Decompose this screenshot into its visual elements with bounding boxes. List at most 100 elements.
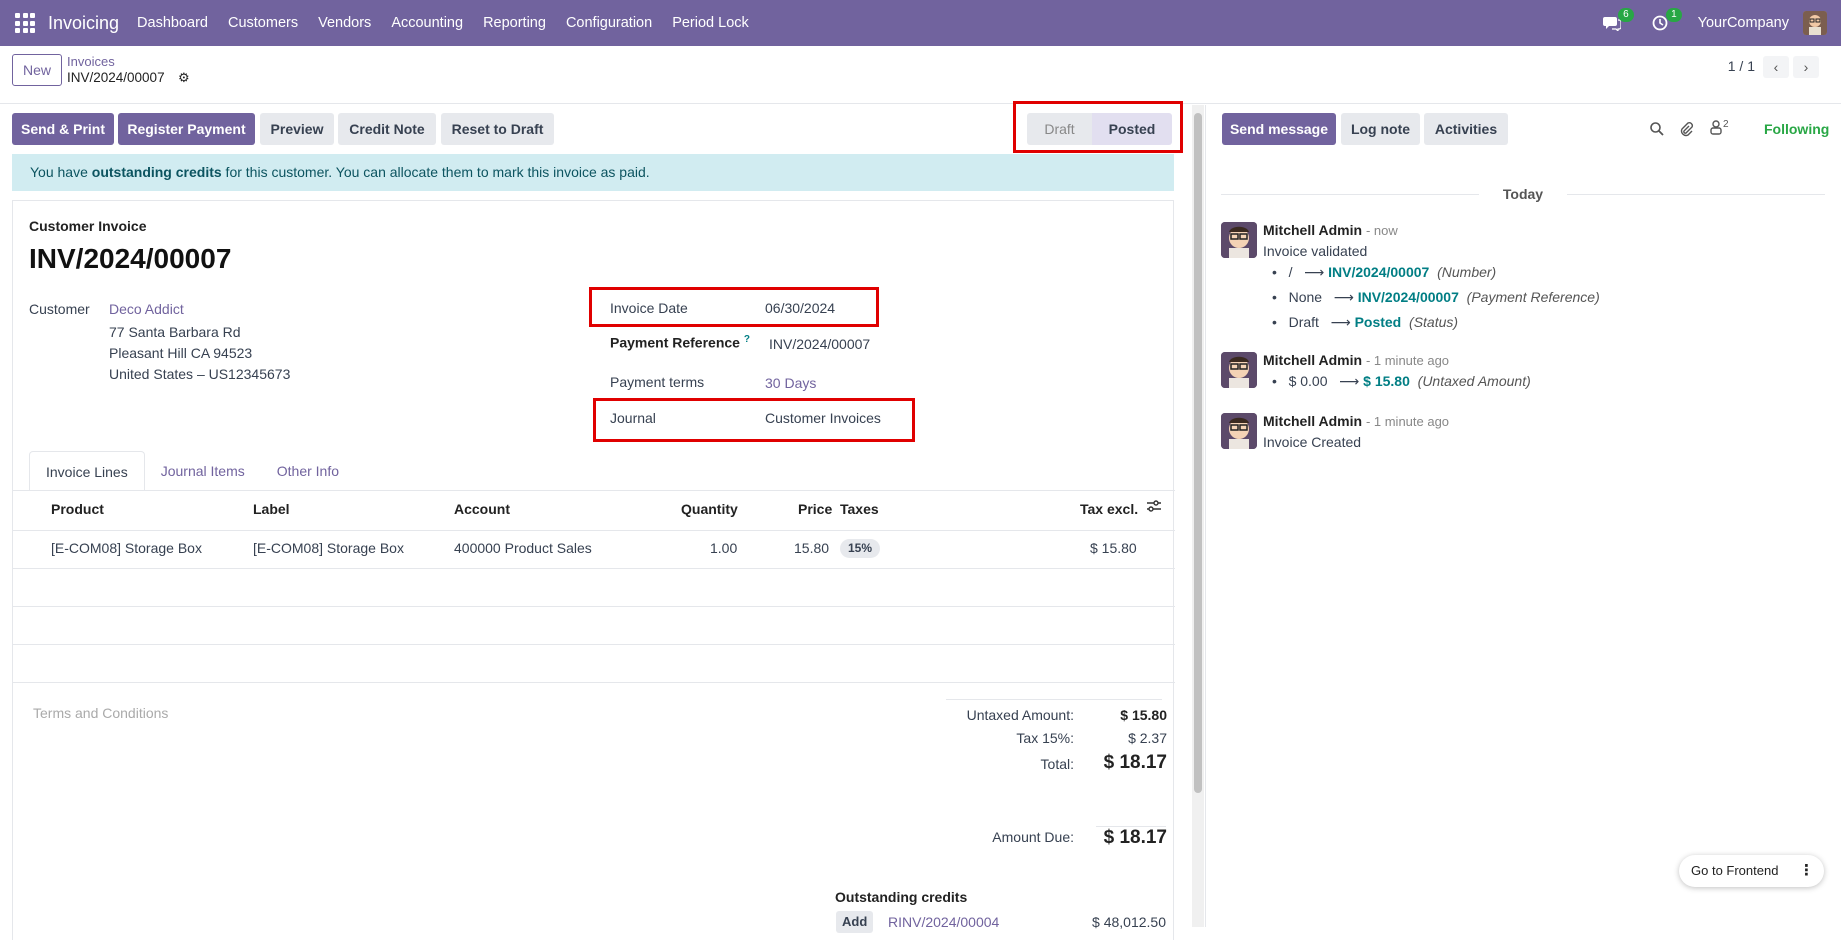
author-name[interactable]: Mitchell Admin [1263, 222, 1362, 238]
new-button[interactable]: New [12, 54, 63, 86]
followers-icon[interactable]: 2 [1709, 119, 1729, 138]
reset-to-draft-button[interactable]: Reset to Draft [441, 113, 554, 145]
total-value: $ 18.17 [1103, 752, 1167, 773]
menu-customers[interactable]: Customers [228, 15, 298, 31]
form-scrollbar[interactable] [1192, 105, 1204, 927]
credit-amount: $ 48,012.50 [1092, 914, 1166, 930]
menu-period-lock[interactable]: Period Lock [672, 15, 749, 31]
preview-button[interactable]: Preview [260, 113, 334, 145]
pager-next-icon[interactable]: › [1793, 56, 1819, 78]
col-account[interactable]: Account [454, 501, 510, 517]
tab-divider [13, 490, 1175, 491]
address-line-3: United States – US12345673 [109, 366, 291, 382]
address-line-1: 77 Santa Barbara Rd [109, 324, 241, 340]
tracking-change: • / ⟶ INV/2024/00007 (Number) [1272, 264, 1497, 280]
menu-accounting[interactable]: Accounting [391, 15, 463, 31]
row-divider [13, 644, 1175, 645]
row-divider [13, 606, 1175, 607]
tracking-change: • $ 0.00 ⟶ $ 15.80 (Untaxed Amount) [1272, 373, 1531, 389]
gear-icon[interactable]: ⚙ [178, 70, 190, 86]
terms-and-conditions-field[interactable]: Terms and Conditions [33, 705, 168, 721]
go-to-frontend-button[interactable]: Go to Frontend ⋮ [1679, 855, 1824, 887]
col-label[interactable]: Label [253, 501, 290, 517]
line-label[interactable]: [E-COM08] Storage Box [253, 540, 404, 556]
line-tax-badge[interactable]: 15% [840, 539, 881, 558]
avatar[interactable] [1221, 222, 1257, 258]
line-price[interactable]: 15.80 [794, 540, 829, 556]
app-menu-icon[interactable] [14, 12, 36, 34]
activities-button[interactable]: Activities [1424, 113, 1508, 145]
menu-vendors[interactable]: Vendors [318, 15, 371, 31]
payment-terms-field[interactable]: 30 Days [765, 375, 816, 391]
menu-configuration[interactable]: Configuration [566, 15, 652, 31]
tab-invoice-lines[interactable]: Invoice Lines [29, 451, 145, 491]
log-note-button[interactable]: Log note [1341, 113, 1420, 145]
invoice-number: INV/2024/00007 [29, 243, 232, 274]
menu-reporting[interactable]: Reporting [483, 15, 546, 31]
alert-text-bold: outstanding credits [91, 164, 222, 180]
customer-link[interactable]: Deco Addict [109, 301, 184, 317]
menu-dashboard[interactable]: Dashboard [137, 15, 208, 31]
message-author[interactable]: Mitchell Admin - 1 minute ago [1263, 352, 1449, 368]
pager-prev-icon[interactable]: ‹ [1763, 56, 1789, 78]
change-new: $ 15.80 [1363, 373, 1410, 389]
change-new: INV/2024/00007 [1357, 289, 1459, 305]
change-field: (Payment Reference) [1466, 289, 1600, 305]
company-switcher[interactable]: YourCompany [1698, 15, 1789, 31]
more-options-icon[interactable]: ⋮ [1799, 855, 1814, 887]
payment-reference-field[interactable]: INV/2024/00007 [769, 336, 870, 352]
activities-icon[interactable]: 1 [1648, 8, 1682, 35]
credit-reference-link[interactable]: RINV/2024/00004 [888, 914, 999, 930]
send-message-button[interactable]: Send message [1222, 113, 1336, 145]
untaxed-amount-label: Untaxed Amount: [966, 707, 1074, 723]
add-credit-button[interactable]: Add [836, 911, 874, 933]
register-payment-button[interactable]: Register Payment [118, 113, 255, 145]
send-print-button[interactable]: Send & Print [12, 113, 114, 145]
messages-icon[interactable]: 6 [1600, 8, 1634, 35]
app-name[interactable]: Invoicing [48, 13, 119, 34]
breadcrumb-invoices[interactable]: Invoices [67, 54, 115, 69]
pager-value[interactable]: 1 / 1 [1728, 58, 1755, 74]
messages-badge: 6 [1618, 8, 1634, 22]
message-time: - 1 minute ago [1365, 414, 1450, 429]
following-button[interactable]: Following [1764, 121, 1829, 137]
outstanding-credits-title: Outstanding credits [835, 889, 968, 905]
row-divider [13, 682, 1175, 683]
line-product[interactable]: [E-COM08] Storage Box [51, 540, 202, 556]
scrollbar-thumb[interactable] [1194, 113, 1202, 793]
col-price[interactable]: Price [798, 501, 832, 517]
message-author[interactable]: Mitchell Admin - now [1263, 222, 1398, 238]
header-divider [13, 530, 1175, 531]
payment-reference-label-text: Payment Reference [610, 334, 740, 351]
message-author[interactable]: Mitchell Admin - 1 minute ago [1263, 413, 1449, 429]
search-icon[interactable] [1649, 121, 1665, 140]
tracking-change: • Draft ⟶ Posted (Status) [1272, 314, 1459, 330]
attachment-icon[interactable] [1678, 121, 1694, 140]
control-panel: New Invoices INV/2024/00007 ⚙ 1 / 1 ‹ › [0, 46, 1841, 104]
col-product[interactable]: Product [51, 501, 104, 517]
col-quantity[interactable]: Quantity [681, 501, 738, 517]
change-old: / [1288, 264, 1293, 280]
totals-divider [946, 699, 1162, 700]
go-to-frontend-label[interactable]: Go to Frontend [1691, 863, 1778, 878]
tracking-change: • None ⟶ INV/2024/00007 (Payment Referen… [1272, 289, 1600, 305]
tab-journal-items[interactable]: Journal Items [145, 451, 261, 491]
line-account[interactable]: 400000 Product Sales [454, 540, 592, 556]
payment-terms-label: Payment terms [610, 374, 705, 390]
help-icon[interactable]: ? [744, 334, 750, 345]
change-new: INV/2024/00007 [1328, 264, 1430, 280]
col-tax-excl[interactable]: Tax excl. [1080, 501, 1138, 517]
change-field: (Untaxed Amount) [1417, 373, 1531, 389]
avatar[interactable] [1221, 413, 1257, 449]
line-quantity[interactable]: 1.00 [710, 540, 737, 556]
credit-note-button[interactable]: Credit Note [338, 113, 436, 145]
outstanding-credits-alert: You have outstanding credits for this cu… [12, 154, 1174, 191]
avatar[interactable] [1221, 352, 1257, 388]
tab-other-info[interactable]: Other Info [261, 451, 355, 491]
user-avatar[interactable] [1803, 11, 1827, 35]
author-name[interactable]: Mitchell Admin [1263, 413, 1362, 429]
highlight-journal [593, 398, 915, 442]
col-taxes[interactable]: Taxes [840, 501, 879, 517]
author-name[interactable]: Mitchell Admin [1263, 352, 1362, 368]
optional-columns-icon[interactable] [1146, 499, 1162, 516]
